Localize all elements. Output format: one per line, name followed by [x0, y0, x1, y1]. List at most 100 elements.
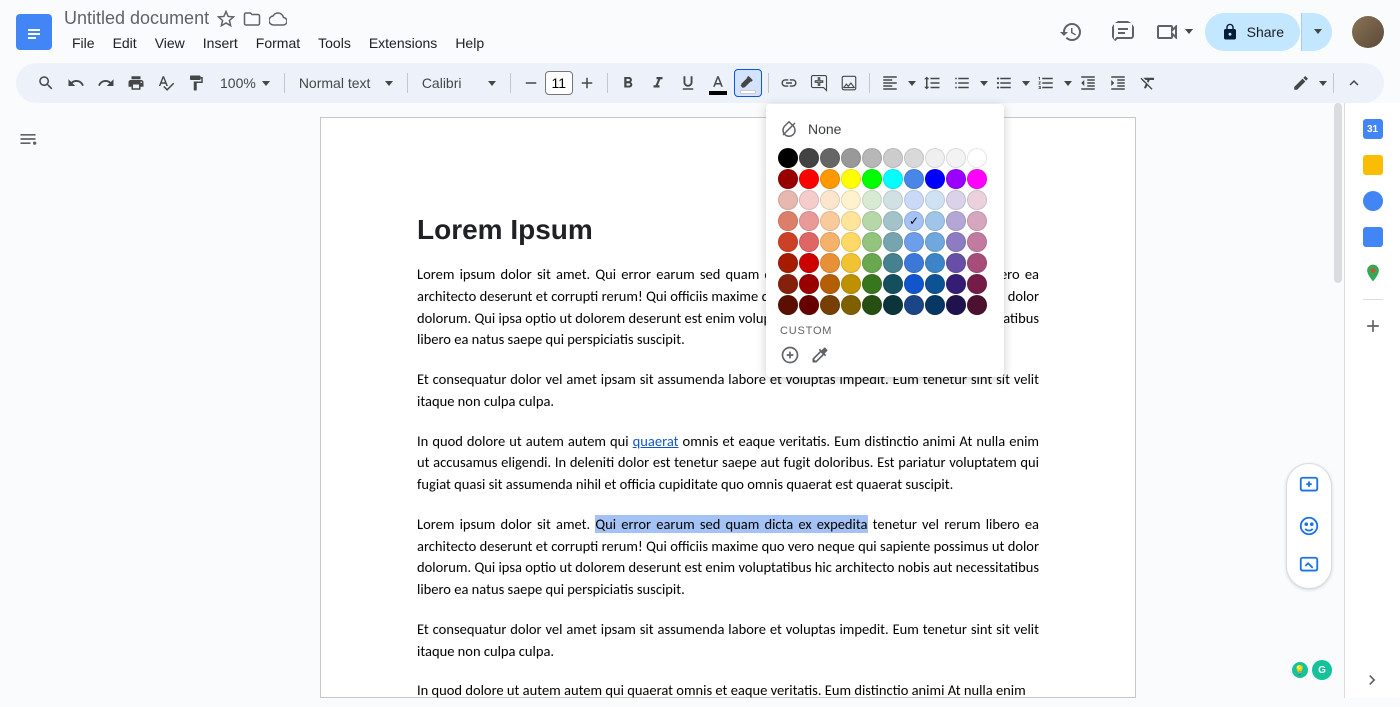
color-swatch[interactable] — [904, 295, 924, 315]
link-icon[interactable] — [775, 69, 803, 97]
style-select[interactable]: Normal text — [291, 71, 401, 95]
bullet-list-icon[interactable] — [990, 69, 1018, 97]
zoom-select[interactable]: 100% — [212, 71, 278, 95]
align-dropdown[interactable] — [908, 81, 916, 86]
add-addon-icon[interactable] — [1363, 316, 1383, 336]
menu-extensions[interactable]: Extensions — [361, 31, 445, 55]
color-swatch[interactable] — [820, 253, 840, 273]
checklist-dropdown[interactable] — [980, 81, 988, 86]
color-swatch[interactable] — [946, 274, 966, 294]
maps-icon[interactable] — [1363, 263, 1383, 283]
color-swatch[interactable] — [946, 253, 966, 273]
color-swatch[interactable] — [778, 253, 798, 273]
color-swatch[interactable] — [862, 190, 882, 210]
color-swatch[interactable] — [862, 295, 882, 315]
color-swatch[interactable] — [967, 253, 987, 273]
spellcheck-icon[interactable] — [152, 69, 180, 97]
color-swatch[interactable] — [883, 274, 903, 294]
grammarly-icon[interactable]: G — [1312, 660, 1332, 680]
color-swatch[interactable] — [946, 169, 966, 189]
color-swatch[interactable] — [778, 211, 798, 231]
indent-increase-icon[interactable] — [1104, 69, 1132, 97]
color-swatch[interactable] — [967, 232, 987, 252]
scrollbar[interactable] — [1332, 103, 1344, 698]
bold-icon[interactable] — [614, 69, 642, 97]
page[interactable]: Lorem Ipsum Lorem ipsum dolor sit amet. … — [320, 117, 1136, 698]
font-size-input[interactable] — [545, 71, 573, 95]
redo-icon[interactable] — [92, 69, 120, 97]
color-swatch[interactable] — [925, 295, 945, 315]
checklist-icon[interactable] — [948, 69, 976, 97]
menu-insert[interactable]: Insert — [195, 31, 246, 55]
color-swatch[interactable] — [820, 295, 840, 315]
menu-tools[interactable]: Tools — [310, 31, 359, 55]
grammarly-hint-icon[interactable]: 💡 — [1292, 662, 1308, 678]
link-quaerat[interactable]: quaerat — [633, 432, 679, 450]
align-icon[interactable] — [876, 69, 904, 97]
line-spacing-icon[interactable] — [918, 69, 946, 97]
color-swatch[interactable] — [967, 295, 987, 315]
color-swatch[interactable] — [799, 169, 819, 189]
color-swatch[interactable] — [904, 190, 924, 210]
color-swatch[interactable] — [799, 295, 819, 315]
color-swatch[interactable] — [967, 169, 987, 189]
share-button[interactable]: Share — [1205, 13, 1300, 51]
color-swatch[interactable] — [862, 211, 882, 231]
star-icon[interactable] — [217, 10, 235, 28]
color-swatch[interactable] — [841, 232, 861, 252]
color-swatch[interactable] — [967, 190, 987, 210]
font-select[interactable]: Calibri — [414, 71, 504, 95]
color-swatch[interactable] — [778, 190, 798, 210]
menu-help[interactable]: Help — [447, 31, 492, 55]
grammarly-widget[interactable]: 💡 G — [1292, 660, 1332, 680]
cloud-icon[interactable] — [269, 10, 287, 28]
color-swatch[interactable] — [967, 211, 987, 231]
underline-icon[interactable] — [674, 69, 702, 97]
color-swatch[interactable] — [925, 169, 945, 189]
menu-view[interactable]: View — [147, 31, 193, 55]
color-swatch[interactable] — [925, 232, 945, 252]
color-swatch[interactable] — [820, 190, 840, 210]
collapse-toolbar-icon[interactable] — [1340, 69, 1368, 97]
color-swatch[interactable] — [841, 295, 861, 315]
color-swatch[interactable] — [778, 295, 798, 315]
font-increase-icon[interactable] — [573, 69, 601, 97]
color-swatch[interactable] — [904, 211, 924, 231]
color-swatch[interactable] — [883, 190, 903, 210]
eyedropper-icon[interactable] — [810, 345, 830, 365]
color-swatch[interactable] — [799, 274, 819, 294]
add-comment-float-icon[interactable] — [1293, 470, 1325, 502]
docs-logo-icon[interactable] — [16, 14, 52, 50]
color-swatch[interactable] — [946, 211, 966, 231]
italic-icon[interactable] — [644, 69, 672, 97]
color-swatch[interactable] — [946, 295, 966, 315]
color-swatch[interactable] — [841, 169, 861, 189]
numbered-dropdown[interactable] — [1064, 81, 1072, 86]
image-icon[interactable] — [835, 69, 863, 97]
color-swatch[interactable] — [904, 232, 924, 252]
history-icon[interactable] — [1051, 12, 1091, 52]
color-swatch[interactable] — [883, 253, 903, 273]
color-swatch[interactable] — [883, 295, 903, 315]
search-icon[interactable] — [32, 69, 60, 97]
highlight-color-icon[interactable] — [734, 69, 762, 97]
editing-mode-icon[interactable] — [1287, 69, 1315, 97]
document-canvas[interactable]: Lorem Ipsum Lorem ipsum dolor sit amet. … — [56, 103, 1400, 698]
color-swatch[interactable] — [820, 148, 840, 168]
color-swatch[interactable] — [904, 169, 924, 189]
color-swatch[interactable] — [925, 211, 945, 231]
tasks-icon[interactable] — [1363, 191, 1383, 211]
color-swatch[interactable] — [925, 253, 945, 273]
color-swatch[interactable] — [841, 274, 861, 294]
color-swatch[interactable] — [904, 148, 924, 168]
add-custom-color-icon[interactable] — [780, 345, 800, 365]
add-comment-icon[interactable] — [805, 69, 833, 97]
text-color-icon[interactable] — [704, 69, 732, 97]
expand-panel-icon[interactable] — [1344, 662, 1400, 698]
color-swatch[interactable] — [925, 148, 945, 168]
color-swatch[interactable] — [778, 169, 798, 189]
color-swatch[interactable] — [841, 190, 861, 210]
clear-format-icon[interactable] — [1134, 69, 1162, 97]
numbered-list-icon[interactable] — [1032, 69, 1060, 97]
color-swatch[interactable] — [841, 148, 861, 168]
